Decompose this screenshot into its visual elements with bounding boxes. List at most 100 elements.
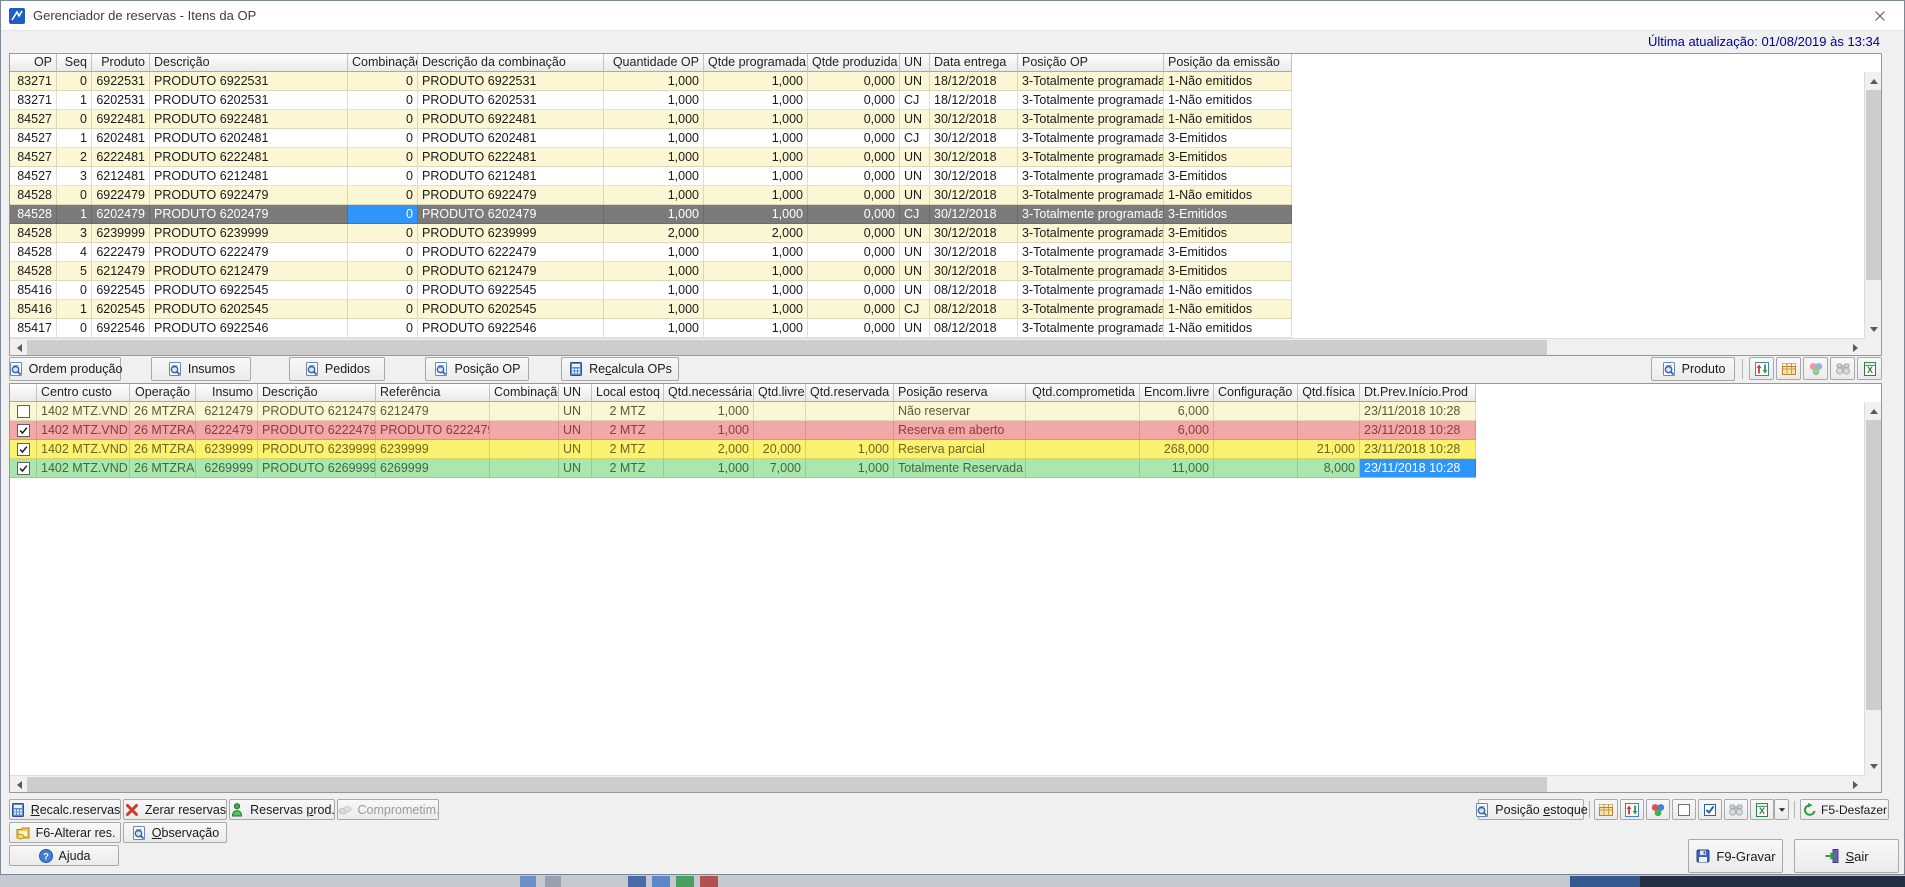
- f5-desfazer-button[interactable]: F5-Desfazer: [1800, 799, 1889, 820]
- cell-data_entrega[interactable]: 08/12/2018: [930, 319, 1018, 337]
- cell-qtde_prog[interactable]: 1,000: [704, 319, 808, 337]
- cell-produto[interactable]: 6239999: [92, 224, 150, 242]
- search-button[interactable]: [1724, 799, 1748, 820]
- cell-qtd_livre[interactable]: [754, 402, 806, 420]
- cell-produto[interactable]: 6922481: [92, 110, 150, 128]
- scroll-right-icon[interactable]: [1847, 776, 1864, 792]
- cell-desc_comb[interactable]: PRODUTO 6212481: [418, 167, 604, 185]
- cell-posicao_emissao[interactable]: 1-Não emitidos: [1164, 319, 1292, 337]
- cell-combinacao[interactable]: 0: [348, 281, 418, 299]
- cell-descricao[interactable]: PRODUTO 6922479: [150, 186, 348, 204]
- cell-qtde_prog[interactable]: 1,000: [704, 148, 808, 166]
- cell-seq[interactable]: 1: [57, 91, 92, 109]
- column-header-combinacao[interactable]: Combinação: [348, 54, 418, 72]
- cell-op[interactable]: 83271: [10, 72, 57, 90]
- observacao-button[interactable]: Observação: [123, 822, 227, 843]
- cell-combinacao[interactable]: [490, 421, 559, 439]
- cell-combinacao[interactable]: 0: [348, 205, 418, 223]
- cell-un[interactable]: UN: [900, 319, 930, 337]
- cell-combinacao[interactable]: [490, 459, 559, 477]
- cell-descricao[interactable]: PRODUTO 6212479: [150, 262, 348, 280]
- scroll-down-icon[interactable]: [1865, 758, 1881, 775]
- cell-un[interactable]: UN: [559, 459, 592, 477]
- table-row[interactable]: 84528 5 6212479 PRODUTO 6212479 0 PRODUTO 621…: [10, 262, 1292, 281]
- cell-posicao_emissao[interactable]: 3-Emitidos: [1164, 243, 1292, 261]
- column-header-local_estoq[interactable]: Local estoq: [592, 384, 664, 402]
- cell-posicao_emissao[interactable]: 1-Não emitidos: [1164, 186, 1292, 204]
- cell-qtde_prod[interactable]: 0,000: [808, 72, 900, 90]
- cell-qtde_prod[interactable]: 0,000: [808, 243, 900, 261]
- cell-qtd_op[interactable]: 1,000: [604, 319, 704, 337]
- cell-combinacao[interactable]: 0: [348, 110, 418, 128]
- cell-produto[interactable]: 6222479: [92, 243, 150, 261]
- cell-qtde_prog[interactable]: 1,000: [704, 262, 808, 280]
- column-header-posicao_reserva[interactable]: Posição reserva: [894, 384, 1026, 402]
- cell-operacao[interactable]: 26 MTZRA: [130, 402, 196, 420]
- cell-produto[interactable]: 6202481: [92, 129, 150, 147]
- cell-local_estoq[interactable]: 2 MTZ: [592, 459, 664, 477]
- cell-qtde_prog[interactable]: 1,000: [704, 167, 808, 185]
- cell-posicao_emissao[interactable]: 3-Emitidos: [1164, 129, 1292, 147]
- cell-posicao_emissao[interactable]: 1-Não emitidos: [1164, 91, 1292, 109]
- cell-check[interactable]: [10, 402, 37, 420]
- cell-qtde_prog[interactable]: 1,000: [704, 243, 808, 261]
- table-row[interactable]: 1402 MTZ.VND 26 MTZRA 6222479 PRODUTO 62224…: [10, 421, 1476, 440]
- cell-op[interactable]: 84528: [10, 262, 57, 280]
- cell-op[interactable]: 85416: [10, 300, 57, 318]
- cell-op[interactable]: 84528: [10, 224, 57, 242]
- cell-qtde_prog[interactable]: 1,000: [704, 129, 808, 147]
- cell-produto[interactable]: 6922545: [92, 281, 150, 299]
- cell-descricao[interactable]: PRODUTO 6222481: [150, 148, 348, 166]
- cell-centro_custo[interactable]: 1402 MTZ.VND: [37, 440, 130, 458]
- cell-descricao[interactable]: PRODUTO 6212479: [258, 402, 376, 420]
- cell-desc_comb[interactable]: PRODUTO 6202545: [418, 300, 604, 318]
- table-row[interactable]: 85416 0 6922545 PRODUTO 6922545 0 PRODUTO 692…: [10, 281, 1292, 300]
- cell-descricao[interactable]: PRODUTO 6202479: [150, 205, 348, 223]
- cell-desc_comb[interactable]: PRODUTO 6922545: [418, 281, 604, 299]
- cell-posicao_op[interactable]: 3-Totalmente programada: [1018, 72, 1164, 90]
- recalc-reservas-button[interactable]: Recalc.reservas: [9, 799, 121, 820]
- cell-qtde_prod[interactable]: 0,000: [808, 281, 900, 299]
- scroll-down-icon[interactable]: [1865, 321, 1881, 338]
- cell-posicao_op[interactable]: 3-Totalmente programada: [1018, 205, 1164, 223]
- cell-data_entrega[interactable]: 30/12/2018: [930, 205, 1018, 223]
- cell-produto[interactable]: 6922531: [92, 72, 150, 90]
- cell-un[interactable]: UN: [559, 421, 592, 439]
- cell-qtd_reservada[interactable]: 1,000: [806, 459, 894, 477]
- ajuda-button[interactable]: ? Ajuda: [9, 845, 119, 866]
- cell-posicao_op[interactable]: 3-Totalmente programada: [1018, 319, 1164, 337]
- cell-seq[interactable]: 2: [57, 148, 92, 166]
- table-row[interactable]: 84527 0 6922481 PRODUTO 6922481 0 PRODUTO 692…: [10, 110, 1292, 129]
- cell-qtde_prog[interactable]: 1,000: [704, 205, 808, 223]
- cell-un[interactable]: UN: [559, 440, 592, 458]
- cell-data_entrega[interactable]: 30/12/2018: [930, 243, 1018, 261]
- cell-centro_custo[interactable]: 1402 MTZ.VND: [37, 459, 130, 477]
- cell-op[interactable]: 84527: [10, 110, 57, 128]
- cell-qtde_prod[interactable]: 0,000: [808, 148, 900, 166]
- cell-qtde_prod[interactable]: 0,000: [808, 300, 900, 318]
- cell-desc_comb[interactable]: PRODUTO 6222481: [418, 148, 604, 166]
- column-header-un[interactable]: UN: [559, 384, 592, 402]
- cell-data_entrega[interactable]: 30/12/2018: [930, 224, 1018, 242]
- cell-qtd_op[interactable]: 1,000: [604, 110, 704, 128]
- cell-desc_comb[interactable]: PRODUTO 6922481: [418, 110, 604, 128]
- sort-order-button[interactable]: [1620, 799, 1644, 820]
- cell-combinacao[interactable]: 0: [348, 224, 418, 242]
- cell-qtde_prog[interactable]: 1,000: [704, 91, 808, 109]
- table-row[interactable]: 1402 MTZ.VND 26 MTZRA 6239999 PRODUTO 62399…: [10, 440, 1476, 459]
- column-header-produto[interactable]: Produto: [92, 54, 150, 72]
- cell-qtd_comprometida[interactable]: [1026, 421, 1140, 439]
- cell-qtde_prod[interactable]: 0,000: [808, 205, 900, 223]
- tab-insumos[interactable]: Insumos: [151, 357, 251, 381]
- cell-desc_comb[interactable]: PRODUTO 6222479: [418, 243, 604, 261]
- cell-qtd_fisica[interactable]: [1298, 402, 1360, 420]
- column-header-check[interactable]: [10, 384, 37, 402]
- cell-descricao[interactable]: PRODUTO 6269999: [258, 459, 376, 477]
- cell-qtd_op[interactable]: 1,000: [604, 205, 704, 223]
- cell-combinacao[interactable]: 0: [348, 72, 418, 90]
- cell-qtd_op[interactable]: 1,000: [604, 167, 704, 185]
- cell-qtd_necessaria[interactable]: 2,000: [664, 440, 754, 458]
- cell-qtde_prod[interactable]: 0,000: [808, 262, 900, 280]
- cell-posicao_reserva[interactable]: Não reservar: [894, 402, 1026, 420]
- cell-qtde_prog[interactable]: 1,000: [704, 186, 808, 204]
